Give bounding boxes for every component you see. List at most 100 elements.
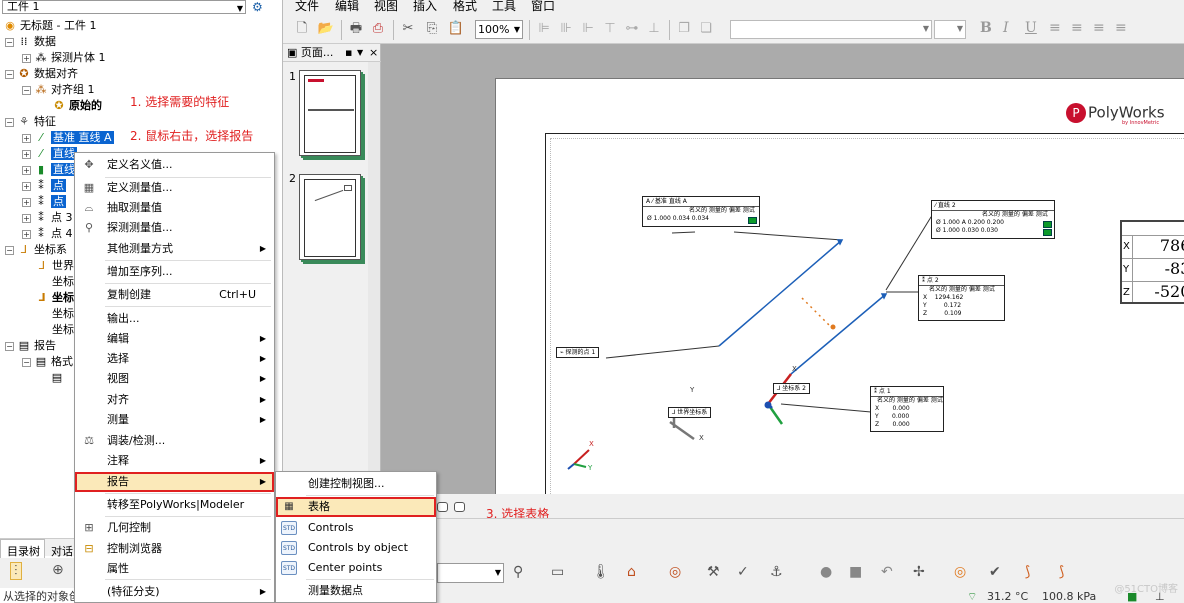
print-icon[interactable]: 🖶 xyxy=(347,20,365,38)
menu-item-properties[interactable]: 属性 xyxy=(75,559,274,579)
font-size-combo[interactable]: ▼ xyxy=(934,20,966,39)
menu-tools[interactable]: 工具 xyxy=(492,0,516,14)
submenu-item-create-control-view[interactable]: 创建控制视图... xyxy=(276,474,436,494)
menu-item-export[interactable]: 输出... xyxy=(75,309,274,329)
checkbox[interactable] xyxy=(437,502,448,512)
menu-window[interactable]: 窗口 xyxy=(531,0,555,14)
workspace-manager-icon[interactable]: ⚙ xyxy=(252,0,270,14)
expand-icon[interactable]: + xyxy=(22,181,31,191)
align-right-icon[interactable]: ⊩ xyxy=(579,20,597,38)
menu-file[interactable]: 文件 xyxy=(295,0,319,14)
tree-item-reports[interactable]: − ▤ 报告 xyxy=(5,338,56,354)
expand-icon[interactable]: + xyxy=(22,229,31,239)
validate-icon[interactable]: ✔ xyxy=(989,564,1001,580)
print-preview-icon[interactable]: ⎙ xyxy=(369,20,387,38)
menu-item-measure[interactable]: 测量 ▶ xyxy=(75,410,274,430)
circles-icon[interactable]: ◎ xyxy=(954,564,966,580)
collapse-icon[interactable]: − xyxy=(5,341,14,351)
points-icon[interactable]: ✢ xyxy=(913,564,925,580)
position-table[interactable]: 位置 X 786.614 Y -83.160 Z -520.394 xyxy=(1120,220,1184,304)
submenu-item-center-points[interactable]: STD Center points xyxy=(276,558,436,578)
target-tool-icon[interactable]: ⊕ xyxy=(52,562,64,578)
submenu-item-controls-by-object[interactable]: STD Controls by object xyxy=(276,538,436,558)
page-thumbnail-1[interactable] xyxy=(299,70,361,156)
tree-item-report-2[interactable]: ▤ xyxy=(50,370,67,386)
menu-item-annotate[interactable]: 注释 ▶ xyxy=(75,451,274,471)
tree-item-feature-3[interactable]: + ▮ 直线 xyxy=(22,162,77,178)
tree-item-feature-4[interactable]: + ⁑ 点 xyxy=(22,178,66,194)
collapse-icon[interactable]: − xyxy=(5,245,14,255)
workspace-combo[interactable]: 工件 1 ▼ xyxy=(2,0,246,14)
new-document-icon[interactable]: 🗋 xyxy=(293,20,311,38)
align-text-right-button[interactable]: ≡ xyxy=(1093,20,1105,36)
menu-view[interactable]: 视图 xyxy=(374,0,398,14)
tree-item-coord-1[interactable]: ⅃ 世界 xyxy=(35,258,74,274)
menu-insert[interactable]: 插入 xyxy=(413,0,437,14)
target-icon[interactable]: ◎ xyxy=(669,564,681,580)
menu-item-align[interactable]: 对齐 ▶ xyxy=(75,390,274,410)
menu-item-control-browser[interactable]: ⊟ 控制浏览器 xyxy=(75,539,274,559)
tree-item-coord-5[interactable]: 坐标 xyxy=(52,322,74,338)
tree-item-feature-7[interactable]: + ⁑ 点 4 xyxy=(22,226,73,242)
menu-item-add-to-sequence[interactable]: 增加至序列... xyxy=(75,262,274,282)
menu-item-clone[interactable]: 复制创建 Ctrl+U xyxy=(75,285,274,305)
bring-front-icon[interactable]: ❐ xyxy=(675,20,693,38)
menu-format[interactable]: 格式 xyxy=(453,0,477,14)
cut-icon[interactable]: ✂ xyxy=(399,20,417,38)
tree-item-coord-3[interactable]: ⅃ 坐标 xyxy=(35,290,74,306)
menu-item-other-methods[interactable]: 其他测量方式 ▶ xyxy=(75,239,274,259)
tree-item-feature-6[interactable]: + ⁑ 点 3 xyxy=(22,210,73,226)
expand-icon[interactable]: + xyxy=(22,165,31,175)
submenu-item-measured-points[interactable]: 测量数据点 xyxy=(276,581,436,601)
tab-tree[interactable]: 目录树 xyxy=(0,539,45,559)
scrollbar[interactable] xyxy=(368,62,380,494)
label-world-coord[interactable]: ⅃ 世界坐标系 xyxy=(668,407,712,418)
paste-icon[interactable]: 📋 xyxy=(447,20,465,38)
menu-item-define-nominal[interactable]: ✥ 定义名义值... xyxy=(75,155,274,175)
menu-item-edit[interactable]: 编辑 ▶ xyxy=(75,329,274,349)
align-bottom-icon[interactable]: ⊥ xyxy=(645,20,663,38)
align-text-left-button[interactable]: ≡ xyxy=(1049,20,1061,36)
copy-icon[interactable]: ⎘ xyxy=(423,20,441,38)
page-thumbnail-2[interactable] xyxy=(299,174,361,260)
tree-item-features[interactable]: − ⚘ 特征 xyxy=(5,114,56,130)
submenu-item-controls[interactable]: STD Controls xyxy=(276,518,436,538)
menu-item-report[interactable]: 报告 ▶ xyxy=(75,472,274,492)
menu-item-probe-measured[interactable]: ⚲ 探测测量值... xyxy=(75,218,274,238)
menu-item-geometric-control[interactable]: ⊞ 几何控制 xyxy=(75,518,274,538)
label-probe-point[interactable]: ⌁ 探测的点 1 xyxy=(556,347,600,358)
checkbox[interactable] xyxy=(454,502,465,512)
tree-item-feature-5[interactable]: + ⁑ 点 xyxy=(22,194,66,210)
device-icon[interactable]: ⚒ xyxy=(707,564,720,580)
font-family-combo[interactable]: ▼ xyxy=(730,20,932,39)
callout-line-2[interactable]: ⁄ 直线 2 名义的 测量的 偏差 测试 Ø 1.000 A 0.200 0.2… xyxy=(931,200,1055,239)
expand-icon[interactable]: + xyxy=(22,149,31,159)
tree-item-report-1[interactable]: − ▤ 格式 xyxy=(22,354,73,370)
align-left-icon[interactable]: ⊫ xyxy=(535,20,553,38)
collapse-icon[interactable]: − xyxy=(5,117,14,127)
tree-item-original[interactable]: ✪ 原始的 xyxy=(52,98,102,114)
tree-item-alignment[interactable]: − ✪ 数据对齐 xyxy=(5,66,78,82)
undo-icon[interactable]: ↶ xyxy=(881,564,893,580)
pin-icon[interactable]: ▪ xyxy=(345,44,352,61)
stop-icon[interactable]: ■ xyxy=(849,564,862,580)
collapse-icon[interactable]: − xyxy=(5,37,14,47)
menu-item-fit-inspect[interactable]: ⚖ 调装/检测... xyxy=(75,431,274,451)
arm-2-icon[interactable]: ⟆ xyxy=(1059,564,1064,580)
callout-point-1[interactable]: ⁑ 点 1 名义的 测量的 偏差 测试 X 0.000 Y 0.000 Z 0.… xyxy=(870,386,944,432)
plumb-icon[interactable]: ⚓ xyxy=(770,564,783,580)
bold-button[interactable]: B xyxy=(980,20,992,36)
menu-item-view[interactable]: 视图 ▶ xyxy=(75,369,274,389)
tree-item-root[interactable]: ◉ 无标题 - 工件 1 xyxy=(3,18,96,34)
document-canvas[interactable]: P PolyWorks by InnovMetric X Y X X Y A ⁄… xyxy=(381,44,1184,494)
expand-icon[interactable]: + xyxy=(22,133,31,143)
justify-button[interactable]: ≡ xyxy=(1115,20,1127,36)
thermometer-icon[interactable]: 🌡 xyxy=(592,564,610,580)
scan-icon[interactable]: ▭ xyxy=(551,564,564,580)
probe-icon[interactable]: ⚲ xyxy=(513,564,523,580)
collapse-icon[interactable]: − xyxy=(22,357,31,367)
underline-button[interactable]: U xyxy=(1025,20,1037,36)
menu-item-extract-measured[interactable]: ⌓ 抽取测量值 xyxy=(75,198,274,218)
bottom-combo[interactable]: ▼ xyxy=(437,563,504,583)
tree-item-coord-systems[interactable]: − ⅃ 坐标系 xyxy=(5,242,67,258)
